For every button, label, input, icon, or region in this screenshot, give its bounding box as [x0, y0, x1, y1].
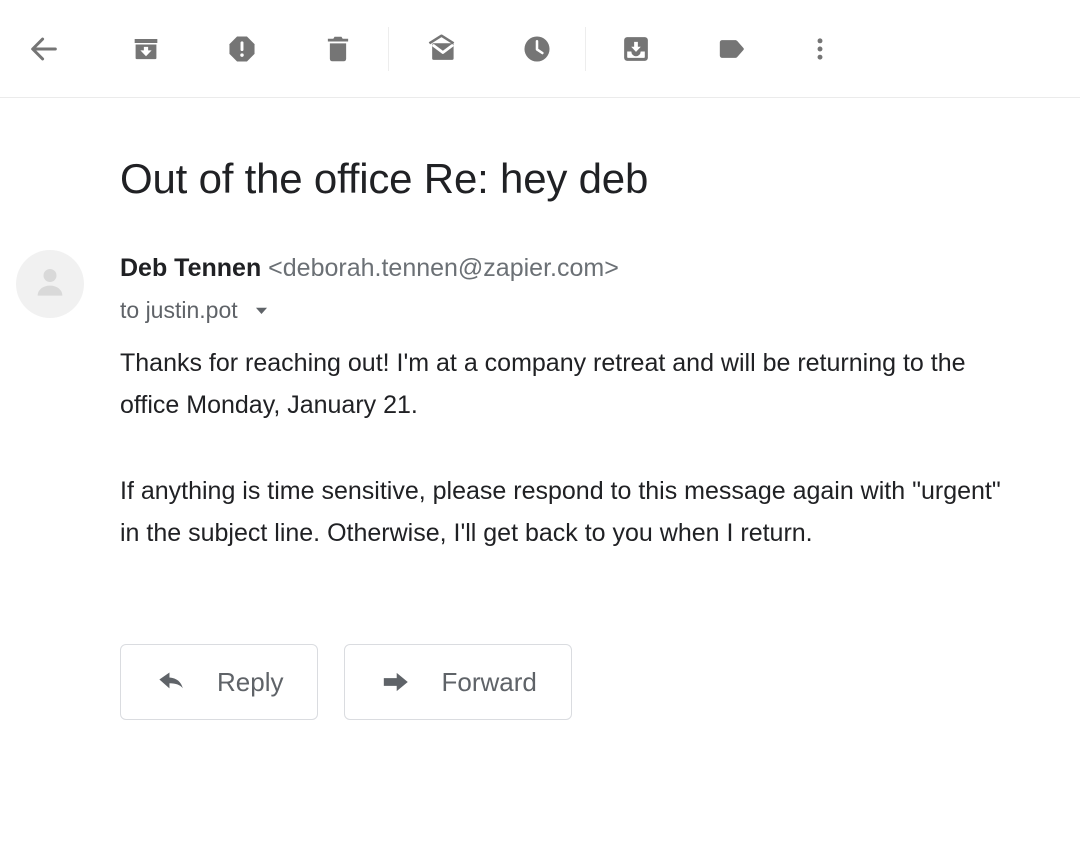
mark-unread-button[interactable] [415, 23, 467, 75]
reply-button-label: Reply [217, 666, 284, 697]
email-message: Out of the office Re: hey deb Deb Tennen… [0, 98, 1080, 720]
email-body: Thanks for reaching out! I'm at a compan… [0, 324, 1020, 554]
person-placeholder-icon [30, 262, 70, 307]
back-button[interactable] [18, 23, 70, 75]
delete-button[interactable] [312, 23, 364, 75]
move-to-inbox-icon [620, 33, 652, 65]
recipient-row[interactable]: to justin.pot [120, 296, 619, 324]
forward-arrow-icon [379, 665, 413, 699]
page-title: Out of the office Re: hey deb [120, 155, 649, 202]
report-spam-icon [226, 33, 258, 65]
archive-icon [130, 33, 162, 65]
toolbar-separator-1 [388, 26, 389, 71]
trash-icon [322, 33, 354, 65]
clock-icon [521, 33, 553, 65]
reply-arrow-icon [155, 665, 189, 699]
recipient-label: to justin.pot [120, 297, 238, 323]
mark-unread-envelope-icon [425, 32, 458, 65]
email-toolbar [0, 0, 1080, 98]
report-spam-button[interactable] [216, 23, 268, 75]
arrow-left-icon [27, 32, 61, 66]
archive-button[interactable] [120, 23, 172, 75]
reply-button[interactable]: Reply [120, 644, 319, 720]
label-tag-icon [715, 32, 749, 66]
body-paragraph: Thanks for reaching out! I'm at a compan… [120, 349, 966, 419]
sender-details: Deb Tennen <deborah.tennen@zapier.com> t… [120, 248, 619, 324]
sender-line: Deb Tennen <deborah.tennen@zapier.com> [120, 252, 619, 284]
sender-email: <deborah.tennen@zapier.com> [268, 254, 619, 282]
toolbar-separator-2 [585, 26, 586, 71]
body-paragraph: If anything is time sensitive, please re… [120, 477, 1001, 547]
sender-name: Deb Tennen [120, 254, 262, 282]
more-vertical-icon [806, 35, 834, 63]
avatar [16, 250, 84, 318]
sender-header: Deb Tennen <deborah.tennen@zapier.com> t… [0, 204, 1080, 324]
message-actions: Reply Forward [0, 554, 1080, 720]
move-to-button[interactable] [610, 23, 662, 75]
more-options-button[interactable] [794, 23, 846, 75]
snooze-button[interactable] [511, 23, 563, 75]
forward-button[interactable]: Forward [344, 644, 572, 720]
labels-button[interactable] [706, 23, 758, 75]
forward-button-label: Forward [441, 666, 537, 697]
chevron-down-icon[interactable] [252, 301, 271, 320]
